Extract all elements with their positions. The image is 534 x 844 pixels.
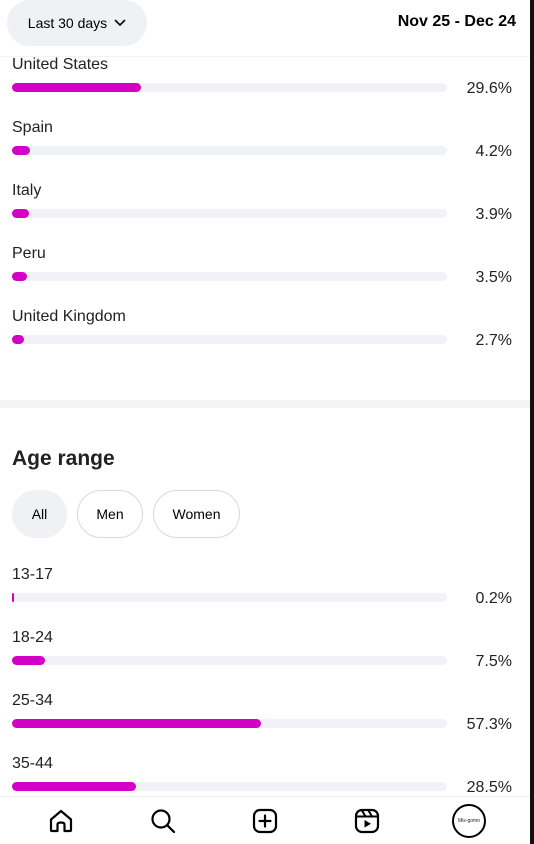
progress-track	[12, 272, 447, 281]
bottom-nav: Mis-gomo	[0, 796, 530, 844]
nav-reels[interactable]	[340, 797, 394, 844]
progress-fill	[12, 146, 30, 155]
nav-search[interactable]	[136, 797, 190, 844]
progress-fill	[12, 209, 29, 218]
reels-icon	[354, 808, 380, 833]
country-row: Peru 3.5%	[12, 245, 512, 301]
progress-track	[12, 83, 447, 92]
country-row: United Kingdom 2.7%	[12, 308, 512, 364]
progress-fill	[12, 335, 24, 344]
section-title: Age range	[12, 447, 115, 470]
progress-fill	[12, 719, 261, 728]
search-icon	[151, 808, 176, 833]
chevron-down-icon	[114, 19, 126, 26]
progress-fill	[12, 83, 141, 92]
country-row: Italy 3.9%	[12, 182, 512, 238]
filter-all-chip[interactable]: All	[12, 490, 67, 538]
age-row: 13-17 0.2%	[12, 566, 512, 622]
nav-create[interactable]	[238, 797, 292, 844]
country-label: Spain	[12, 119, 53, 136]
progress-track	[12, 656, 447, 665]
nav-home[interactable]	[34, 797, 88, 844]
period-dropdown[interactable]: Last 30 days	[7, 0, 147, 46]
percent-value: 29.6%	[466, 80, 512, 97]
progress-track	[12, 782, 447, 791]
country-row: United States 29.6%	[12, 56, 512, 112]
percent-value: 57.3%	[466, 716, 512, 733]
progress-track	[12, 719, 447, 728]
progress-fill	[12, 272, 27, 281]
percent-value: 28.5%	[466, 779, 512, 796]
home-icon	[49, 809, 73, 832]
age-label: 13-17	[12, 566, 53, 583]
filter-women-chip[interactable]: Women	[153, 490, 240, 538]
avatar: Mis-gomo	[452, 803, 486, 838]
progress-track	[12, 593, 447, 602]
nav-profile[interactable]: Mis-gomo	[442, 797, 496, 844]
age-label: 18-24	[12, 629, 53, 646]
filter-men-chip[interactable]: Men	[77, 490, 143, 538]
percent-value: 2.7%	[475, 332, 512, 349]
date-range: Nov 25 - Dec 24	[397, 13, 516, 30]
progress-track	[12, 335, 447, 344]
header-divider	[0, 56, 530, 57]
age-row: 18-24 7.5%	[12, 629, 512, 685]
progress-track	[12, 146, 447, 155]
age-label: 25-34	[12, 692, 53, 709]
percent-value: 3.5%	[475, 269, 512, 286]
country-label: Italy	[12, 182, 42, 199]
percent-value: 7.5%	[475, 653, 512, 670]
age-label: 35-44	[12, 755, 53, 772]
gender-filter-group: All Men Women	[12, 490, 240, 538]
country-label: United States	[12, 56, 109, 73]
progress-fill	[12, 782, 136, 791]
percent-value: 4.2%	[475, 143, 512, 160]
age-row: 25-34 57.3%	[12, 692, 512, 748]
create-icon	[252, 808, 278, 833]
period-label: Last 30 days	[27, 15, 108, 31]
progress-fill	[12, 656, 45, 665]
percent-value: 3.9%	[475, 206, 512, 223]
progress-fill	[12, 593, 14, 602]
screen-edge	[530, 0, 534, 844]
screen: United States 29.6% Spain 4.2% Italy 3.9…	[0, 0, 530, 844]
country-label: United Kingdom	[12, 308, 126, 325]
insights-header: Last 30 days Nov 25 - Dec 24	[0, 0, 530, 56]
percent-value: 0.2%	[475, 590, 512, 607]
progress-track	[12, 209, 447, 218]
country-row: Spain 4.2%	[12, 119, 512, 175]
country-label: Peru	[12, 245, 46, 262]
section-divider	[0, 400, 530, 408]
